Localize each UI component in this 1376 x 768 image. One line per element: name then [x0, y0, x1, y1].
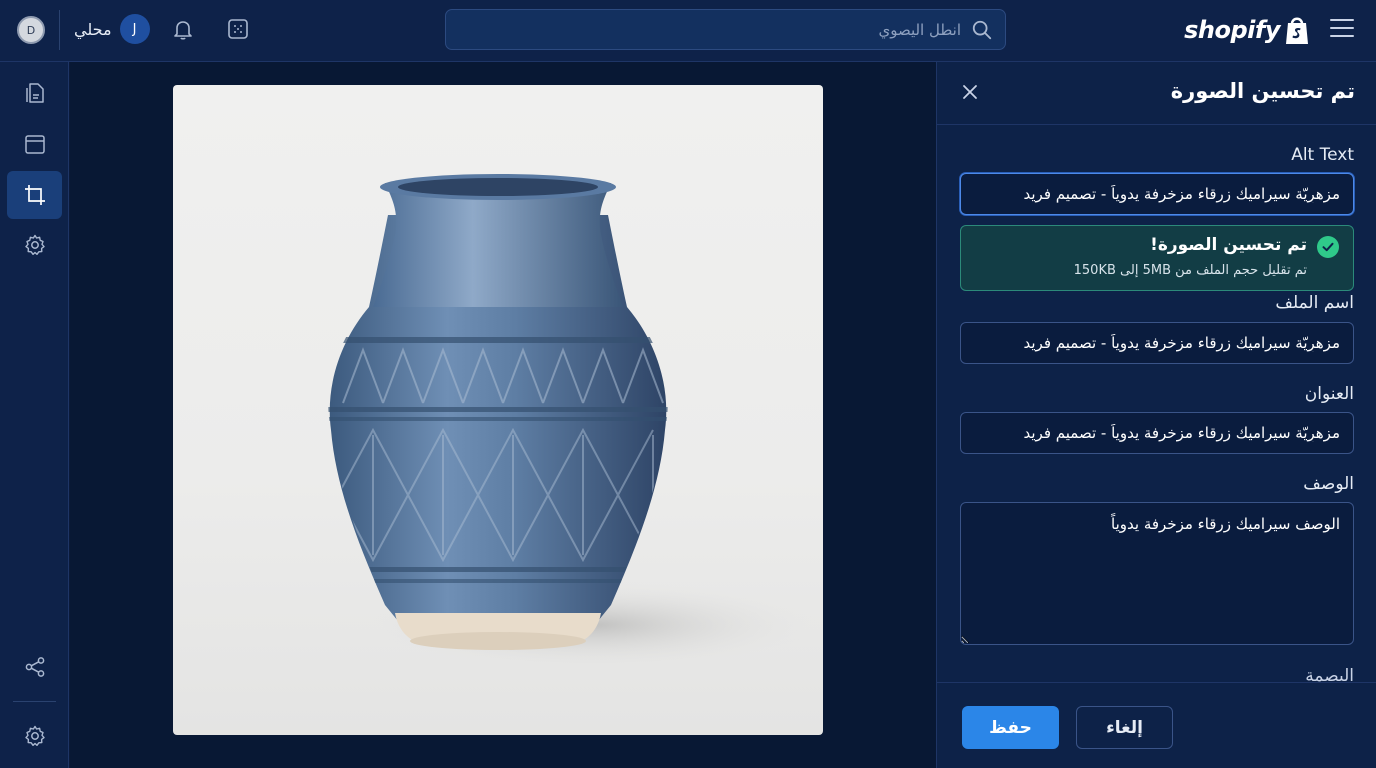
top-bar: shopify محلي J D — [0, 0, 1376, 62]
vase-illustration — [328, 174, 823, 670]
success-message: تم تقليل حجم الملف من 5MB إلى 150KB — [1073, 263, 1307, 278]
filename-label: اسم الملف — [1275, 293, 1354, 313]
description-label: الوصف — [1303, 474, 1354, 494]
brand-logo[interactable]: shopify — [1184, 12, 1310, 48]
file-icon[interactable] — [7, 69, 62, 117]
settings-icon[interactable] — [7, 712, 62, 760]
rail-divider — [13, 701, 56, 702]
panel-header: تم تحسين الصورة — [937, 62, 1376, 125]
cancel-button[interactable]: إلغاء — [1076, 706, 1173, 749]
close-icon[interactable] — [961, 83, 979, 101]
image-canvas — [70, 62, 936, 768]
shopify-bag-icon — [1286, 17, 1308, 44]
success-title: تم تحسين الصورة! — [1150, 235, 1307, 255]
panel-footer: إلغاء حفظ — [937, 682, 1376, 768]
alt-text-input[interactable] — [960, 173, 1354, 215]
check-icon — [1317, 236, 1339, 258]
bell-icon[interactable] — [171, 17, 195, 41]
archive-icon[interactable] — [7, 120, 62, 168]
left-rail — [0, 62, 69, 768]
settings-icon[interactable] — [7, 221, 62, 269]
next-field-label: البصمة — [1305, 666, 1354, 682]
crop-icon[interactable] — [7, 171, 62, 219]
filename-input[interactable] — [960, 322, 1354, 364]
search-bar[interactable] — [445, 9, 1006, 50]
menu-icon[interactable] — [1330, 19, 1354, 39]
divider — [59, 10, 60, 50]
success-notice: تم تحسين الصورة! تم تقليل حجم الملف من 5… — [960, 225, 1354, 291]
store-switcher[interactable]: محلي J — [74, 14, 150, 44]
panel-title: تم تحسين الصورة — [1170, 79, 1355, 103]
search-icon — [972, 20, 992, 39]
title-label: العنوان — [1304, 384, 1354, 404]
brand-name: shopify — [1184, 16, 1280, 44]
store-name: محلي — [74, 19, 112, 39]
title-input[interactable] — [960, 412, 1354, 454]
product-image[interactable] — [173, 85, 823, 735]
search-input[interactable] — [461, 20, 961, 39]
share-icon[interactable] — [7, 643, 62, 691]
grid-icon[interactable] — [226, 17, 250, 41]
image-details-panel: تم تحسين الصورة Alt Text تم تحسين الصورة… — [936, 62, 1376, 768]
save-button[interactable]: حفظ — [962, 706, 1059, 749]
user-avatar[interactable]: D — [17, 16, 45, 44]
alt-text-label: Alt Text — [1291, 145, 1354, 165]
store-avatar: J — [119, 14, 150, 44]
description-textarea[interactable]: الوصف سيراميك زرقاء مزخرفة يدوياً — [960, 502, 1354, 645]
